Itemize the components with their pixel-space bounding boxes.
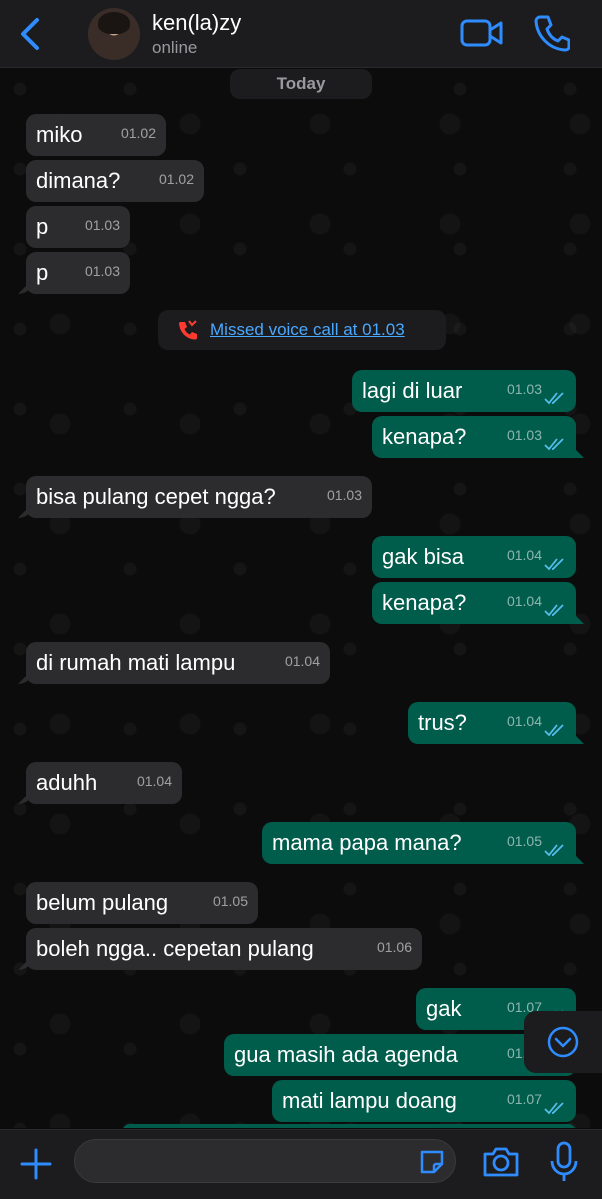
double-check-icon	[544, 724, 564, 737]
scroll-to-bottom-button[interactable]	[524, 1011, 602, 1073]
camera-button[interactable]	[482, 1144, 520, 1180]
missed-call-icon	[179, 320, 197, 340]
message-bubble-outgoing[interactable]: kenapa? 01.04	[372, 582, 576, 624]
message-time: 01.07	[506, 1091, 542, 1107]
message-time: 01.04	[136, 773, 172, 789]
message-bubble-incoming[interactable]: belum pulang 01.05	[26, 882, 258, 924]
back-chevron-icon	[21, 18, 39, 50]
message-time: 01.04	[506, 713, 542, 729]
message-text: kenapa?	[382, 590, 467, 615]
message-bubble-incoming[interactable]: boleh ngga.. cepetan pulang 01.06	[26, 928, 422, 970]
message-time: 01.03	[84, 217, 120, 233]
double-check-icon	[544, 604, 564, 617]
message-text: lagi di luar	[362, 378, 463, 403]
chevron-down-icon	[547, 1026, 579, 1058]
message-text: gak	[426, 996, 462, 1021]
microphone-icon	[550, 1141, 578, 1181]
missed-call-text[interactable]: Missed voice call at 01.03	[210, 320, 405, 340]
message-text: dimana?	[36, 168, 121, 193]
message-text: mama papa mana?	[272, 830, 462, 855]
sticker-button[interactable]	[418, 1148, 446, 1176]
message-time: 01.02	[120, 125, 156, 141]
message-bubble-outgoing[interactable]: lagi di luar 01.03	[352, 370, 576, 412]
message-text: gak bisa	[382, 544, 464, 569]
double-check-icon	[544, 558, 564, 571]
double-check-icon	[544, 1102, 564, 1115]
back-button[interactable]	[12, 14, 48, 54]
message-bubble-incoming[interactable]: p 01.03	[26, 252, 130, 294]
message-time: 01.05	[212, 893, 248, 909]
message-bubble-incoming[interactable]: miko 01.02	[26, 114, 166, 156]
message-time: 01.04	[506, 547, 542, 563]
voice-call-button[interactable]	[534, 14, 571, 52]
attach-button[interactable]	[16, 1144, 56, 1184]
double-check-icon	[544, 844, 564, 857]
date-chip: Today	[230, 69, 372, 99]
message-bubble-incoming[interactable]: p 01.03	[26, 206, 130, 248]
message-time: 01.03	[326, 487, 362, 503]
message-bubble-outgoing[interactable]: trus? 01.04	[408, 702, 576, 744]
message-text: belum pulang	[36, 890, 169, 915]
double-check-icon	[544, 438, 564, 451]
message-time: 01.02	[158, 171, 194, 187]
phone-icon	[534, 15, 571, 52]
message-bubble-outgoing[interactable]: gak bisa 01.04	[372, 536, 576, 578]
avatar[interactable]	[88, 8, 140, 60]
message-bubble-incoming[interactable]: di rumah mati lampu 01.04	[26, 642, 330, 684]
input-bar	[0, 1129, 602, 1199]
video-call-icon	[460, 19, 503, 47]
contact-status: online	[152, 38, 198, 57]
camera-icon	[483, 1147, 519, 1177]
chat-area[interactable]: Today miko 01.02 dimana? 01.02 p 01.03 p…	[0, 69, 602, 1128]
message-time: 01.03	[84, 263, 120, 279]
double-check-icon	[544, 392, 564, 405]
message-text: p	[36, 260, 49, 285]
message-text: bisa pulang cepet ngga?	[36, 484, 276, 509]
message-time: 01.06	[376, 939, 412, 955]
message-text: gua masih ada agenda	[234, 1042, 458, 1067]
video-call-button[interactable]	[460, 16, 504, 50]
message-text: p	[36, 214, 49, 239]
message-text: aduhh	[36, 770, 98, 795]
message-bubble-incoming[interactable]: bisa pulang cepet ngga? 01.03	[26, 476, 372, 518]
message-time: 01.04	[284, 653, 320, 669]
sticker-icon	[420, 1150, 444, 1174]
message-text: miko	[36, 122, 83, 147]
message-input[interactable]	[74, 1139, 456, 1183]
message-time: 01.05	[506, 833, 542, 849]
message-text: di rumah mati lampu	[36, 650, 236, 675]
message-text: kenapa?	[382, 424, 467, 449]
message-text: trus?	[418, 710, 467, 735]
chat-header: ken(la)zy online	[0, 0, 602, 68]
message-bubble-outgoing[interactable]: kenapa? 01.03	[372, 416, 576, 458]
message-bubble-incoming[interactable]: aduhh 01.04	[26, 762, 182, 804]
plus-icon	[20, 1148, 52, 1180]
missed-call-notice[interactable]: Missed voice call at 01.03	[158, 310, 446, 350]
message-bubble-outgoing-partial	[122, 1124, 576, 1128]
message-time: 01.03	[506, 427, 542, 443]
microphone-button[interactable]	[548, 1140, 580, 1184]
contact-name[interactable]: ken(la)zy	[152, 10, 241, 36]
message-time: 01.04	[506, 593, 542, 609]
message-bubble-outgoing[interactable]: mama papa mana? 01.05	[262, 822, 576, 864]
message-bubble-incoming[interactable]: dimana? 01.02	[26, 160, 204, 202]
message-text: mati lampu doang	[282, 1088, 457, 1113]
message-time: 01.03	[506, 381, 542, 397]
message-text: boleh ngga.. cepetan pulang	[36, 936, 314, 961]
message-bubble-outgoing[interactable]: mati lampu doang 01.07	[272, 1080, 576, 1122]
